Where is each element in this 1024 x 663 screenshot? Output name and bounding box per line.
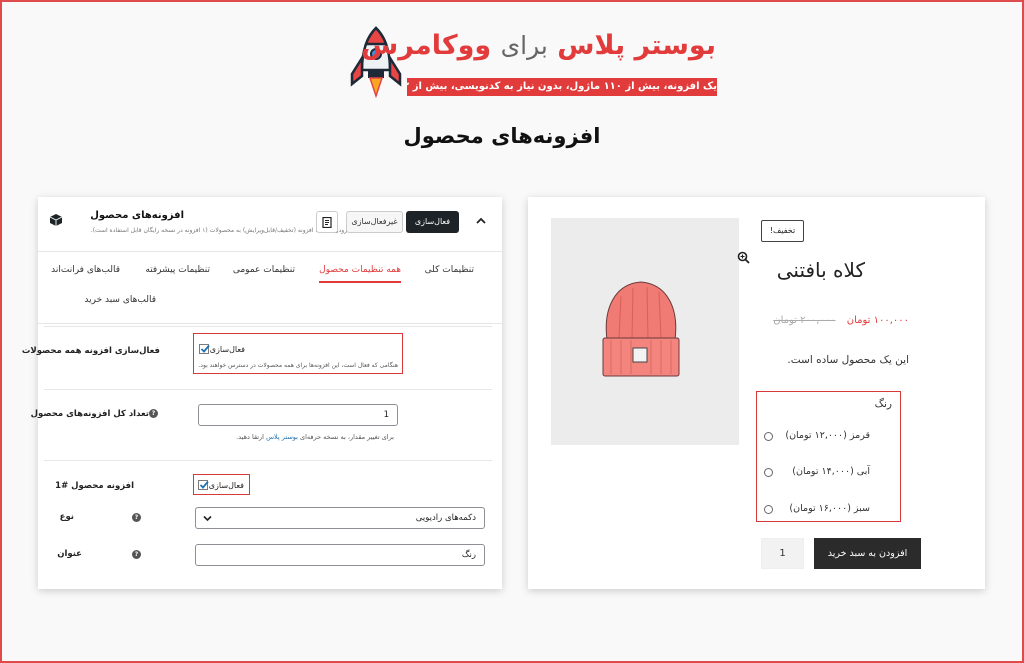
- enable-all-label: فعال‌سازی افزونه همه محصولات: [21, 346, 160, 356]
- tab-frontend-templates[interactable]: قالب‌های فرانت‌اند: [51, 265, 120, 275]
- admin-panel-header: افزونه‌های محصول افزودن شناسه افزونه (تخ…: [38, 197, 502, 252]
- regular-price: ۲۰۰,۰۰۰ تومان: [773, 315, 836, 326]
- add-to-cart-button[interactable]: افزودن به سبد خرید: [814, 538, 921, 569]
- row-divider: [44, 389, 492, 390]
- cube-icon: [49, 214, 63, 226]
- addon-1-enable-checkbox[interactable]: [198, 480, 209, 490]
- chevron-down-icon: [203, 515, 212, 522]
- enable-button[interactable]: فعال‌سازی: [406, 211, 459, 233]
- note-text-before: برای تغییر مقدار، به نسخه حرفه‌ای: [300, 433, 394, 441]
- quantity-input[interactable]: 1: [761, 538, 804, 569]
- color-radio-red[interactable]: [764, 432, 773, 441]
- brand-title-main: بوستر پلاس: [557, 30, 716, 61]
- type-select[interactable]: دکمه‌های رادیویی: [195, 507, 485, 529]
- type-label: نوع: [59, 512, 74, 522]
- help-icon[interactable]: ?: [149, 409, 158, 418]
- title-label: عنوان: [57, 549, 82, 559]
- enable-all-note: هنگامی که فعال است، این افزونه‌ها برای ه…: [198, 362, 398, 369]
- tab-all-product-settings[interactable]: همه تنظیمات محصول: [319, 265, 401, 283]
- admin-panel-description: افزودن شناسه افزونه (تخفیف/قابل‌ویرایش) …: [90, 227, 352, 234]
- enable-all-checkbox[interactable]: [199, 344, 210, 354]
- total-addons-input[interactable]: 1: [198, 404, 398, 426]
- enable-all-checkbox-label: فعال‌سازی: [209, 345, 245, 354]
- title-input[interactable]: رنگ: [195, 544, 485, 566]
- help-icon[interactable]: ?: [132, 513, 141, 522]
- zoom-icon[interactable]: [737, 251, 750, 264]
- addon-1-enable-label: فعال‌سازی: [208, 481, 244, 490]
- sale-badge: تخفیف!: [761, 220, 804, 242]
- sale-price: ۱۰۰,۰۰۰ تومان: [846, 315, 909, 326]
- pro-version-link[interactable]: بوستر پلاس: [266, 433, 298, 441]
- color-radio-green[interactable]: [764, 505, 773, 514]
- chevron-up-icon[interactable]: [475, 215, 487, 227]
- product-image[interactable]: [551, 218, 750, 445]
- addon-1-label: افزونه محصول #1: [55, 481, 134, 491]
- price-row: ۱۰۰,۰۰۰ تومان ۲۰۰,۰۰۰ تومان: [773, 315, 909, 326]
- tab-advanced-settings[interactable]: تنظیمات پیشرفته: [145, 265, 210, 275]
- color-option-red[interactable]: قرمز (۱۲,۰۰۰ تومان): [785, 430, 870, 441]
- admin-settings-panel: افزونه‌های محصول افزودن شناسه افزونه (تخ…: [22, 197, 502, 589]
- document-icon: [322, 216, 332, 228]
- type-select-value: دکمه‌های رادیویی: [415, 513, 476, 523]
- row-divider: [44, 326, 492, 327]
- product-preview-panel: تخفیف! کلاه بافتنی ۱۰۰,۰۰۰ تومان ۲۰۰,۰۰۰…: [528, 197, 985, 589]
- color-options-box: رنگ قرمز (۱۲,۰۰۰ تومان) آبی (۱۴,۰۰۰ توما…: [756, 391, 901, 522]
- brand-title-mid: برای: [500, 31, 548, 60]
- brand-title: بوستر پلاس برای ووکامرس: [361, 30, 716, 61]
- check-icon: [199, 480, 209, 489]
- help-icon[interactable]: ?: [132, 550, 141, 559]
- color-option-blue[interactable]: آبی (۱۴,۰۰۰ تومان): [792, 466, 870, 477]
- documentation-button[interactable]: [316, 211, 338, 233]
- brand-tagline: یک افزونه، بیش از ۱۱۰ ماژول، بدون نیاز ب…: [407, 78, 717, 96]
- tab-public-settings[interactable]: تنظیمات عمومی: [233, 265, 295, 275]
- tab-general-settings[interactable]: تنظیمات کلی: [425, 265, 474, 275]
- color-radio-blue[interactable]: [764, 468, 773, 477]
- brand-title-end: ووکامرس: [361, 30, 492, 61]
- color-option-green[interactable]: سبز (۱۶,۰۰۰ تومان): [789, 503, 870, 514]
- total-addons-label: تعداد کل افزونه‌های محصول: [30, 409, 149, 419]
- settings-tabs: تنظیمات کلی همه تنظیمات محصول تنظیمات عم…: [38, 252, 502, 324]
- note-text-after: ارتقا دهید.: [236, 433, 264, 441]
- product-description: این یک محصول ساده است.: [787, 354, 909, 366]
- color-option-label: رنگ: [874, 398, 892, 410]
- total-addons-note: برای تغییر مقدار، به نسخه حرفه‌ای بوستر …: [236, 433, 394, 441]
- admin-panel-title: افزونه‌های محصول: [90, 210, 184, 221]
- row-divider: [44, 460, 492, 461]
- tab-cart-templates[interactable]: قالب‌های سبد خرید: [84, 295, 156, 305]
- page-title: افزونه‌های محصول: [403, 124, 601, 148]
- beanie-hat-image: [602, 281, 680, 377]
- product-title: کلاه بافتنی: [776, 258, 865, 282]
- check-icon: [200, 344, 210, 353]
- disable-button[interactable]: غیرفعال‌سازی: [346, 211, 403, 233]
